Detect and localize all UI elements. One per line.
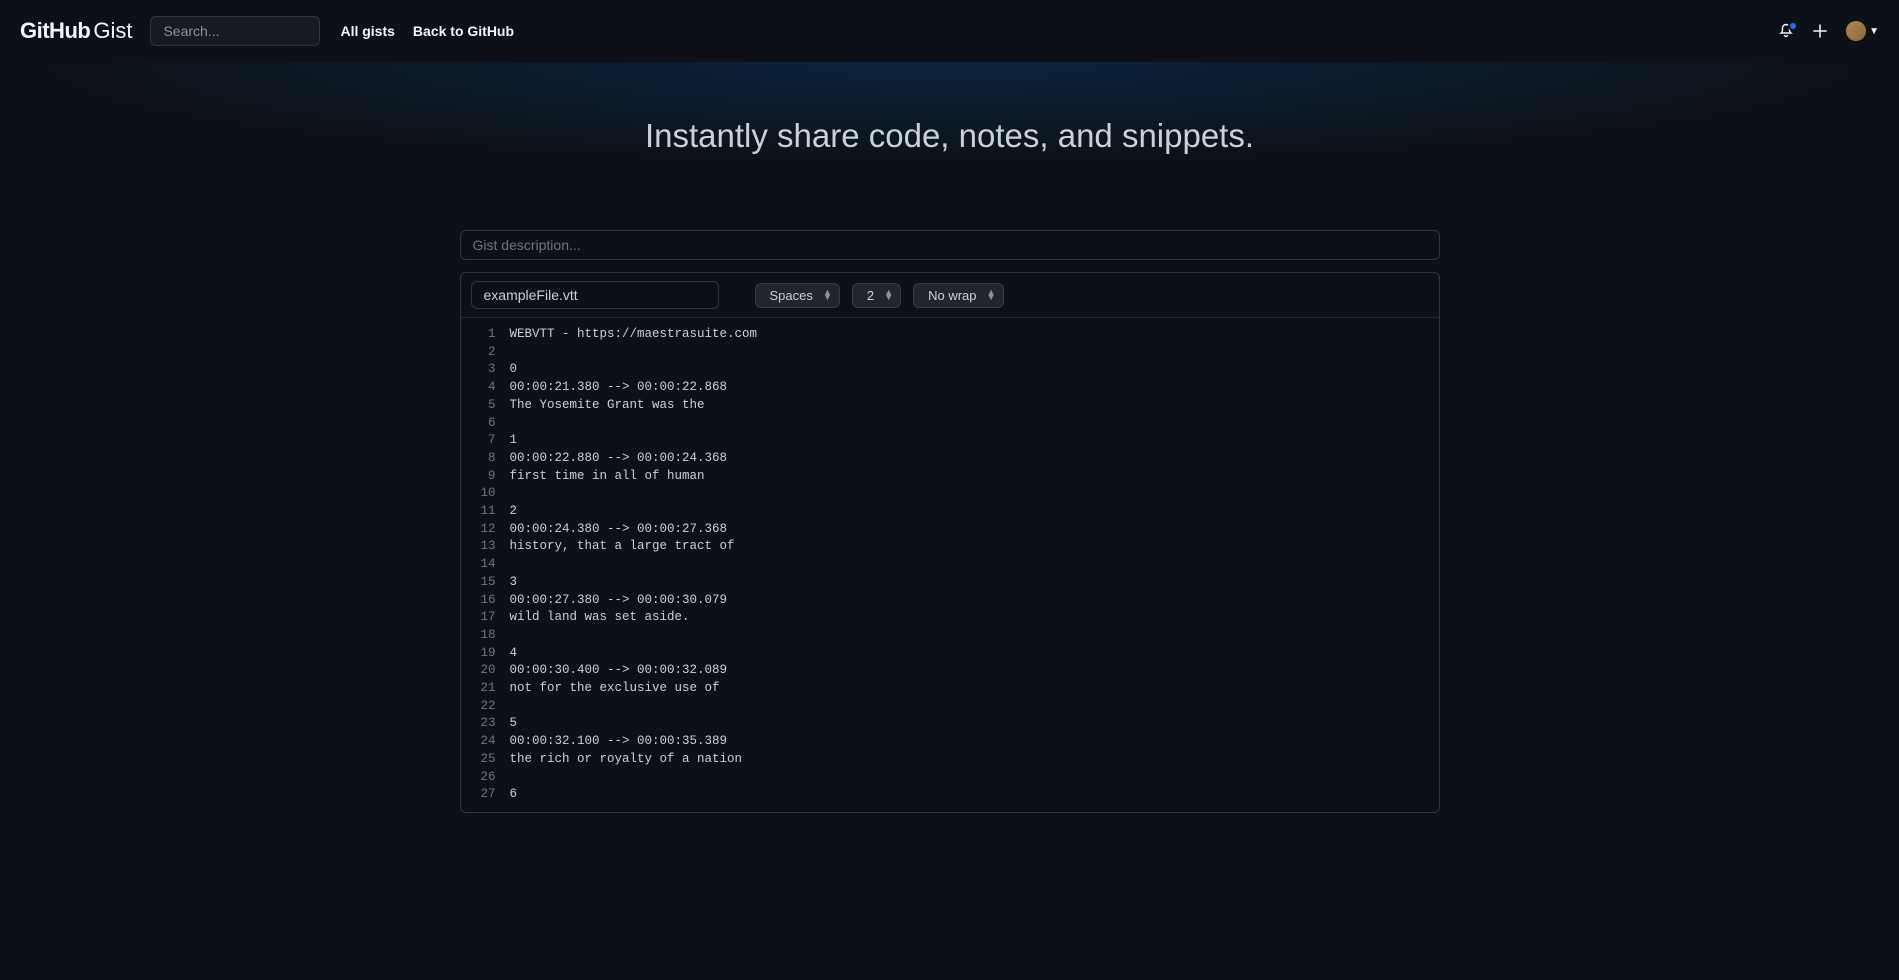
indent-mode-select[interactable]: Spaces: [755, 283, 840, 308]
code-line: [510, 556, 758, 574]
editor-box: Spaces ▲▼ 2 ▲▼ No wrap ▲▼ 12345678910111…: [460, 272, 1440, 813]
line-number: 23: [481, 715, 496, 733]
search-input[interactable]: [150, 16, 320, 46]
line-number: 9: [481, 468, 496, 486]
line-number: 18: [481, 627, 496, 645]
hero-tagline: Instantly share code, notes, and snippet…: [0, 117, 1899, 155]
line-number: 19: [481, 645, 496, 663]
nav-back-to-github[interactable]: Back to GitHub: [413, 23, 514, 39]
filename-input[interactable]: [471, 281, 719, 309]
line-number: 7: [481, 432, 496, 450]
line-number: 24: [481, 733, 496, 751]
logo-github-text: GitHub: [20, 18, 90, 44]
gist-description-input[interactable]: [460, 230, 1440, 260]
code-content: WEBVTT - https://maestrasuite.com 000:00…: [510, 326, 758, 804]
caret-down-icon: ▼: [1869, 26, 1879, 37]
line-number: 11: [481, 503, 496, 521]
code-line: WEBVTT - https://maestrasuite.com: [510, 326, 758, 344]
user-menu[interactable]: ▼: [1846, 21, 1879, 41]
header-right: ▼: [1778, 21, 1879, 41]
indent-mode-select-wrap: Spaces ▲▼: [755, 283, 840, 308]
line-number: 5: [481, 397, 496, 415]
code-line: 6: [510, 786, 758, 804]
code-line: 00:00:30.400 --> 00:00:32.089: [510, 662, 758, 680]
line-number: 15: [481, 574, 496, 592]
line-number: 1: [481, 326, 496, 344]
line-number: 6: [481, 415, 496, 433]
code-line: 00:00:21.380 --> 00:00:22.868: [510, 379, 758, 397]
gist-form: Spaces ▲▼ 2 ▲▼ No wrap ▲▼ 12345678910111…: [460, 230, 1440, 813]
notifications-button[interactable]: [1778, 23, 1794, 39]
code-line: The Yosemite Grant was the: [510, 397, 758, 415]
code-line: [510, 344, 758, 362]
code-line: 00:00:22.880 --> 00:00:24.368: [510, 450, 758, 468]
line-number: 17: [481, 609, 496, 627]
code-line: [510, 627, 758, 645]
code-line: [510, 698, 758, 716]
code-line: [510, 415, 758, 433]
new-gist-button[interactable]: [1812, 23, 1828, 39]
code-line: 2: [510, 503, 758, 521]
code-line: 00:00:24.380 --> 00:00:27.368: [510, 521, 758, 539]
line-number: 22: [481, 698, 496, 716]
line-number: 21: [481, 680, 496, 698]
line-number: 3: [481, 361, 496, 379]
logo-gist-text: Gist: [93, 18, 132, 44]
wrap-mode-select[interactable]: No wrap: [913, 283, 1003, 308]
logo[interactable]: GitHub Gist: [20, 18, 132, 44]
code-line: 00:00:27.380 --> 00:00:30.079: [510, 592, 758, 610]
line-number: 27: [481, 786, 496, 804]
code-line: 00:00:32.100 --> 00:00:35.389: [510, 733, 758, 751]
line-number: 13: [481, 538, 496, 556]
code-line: 1: [510, 432, 758, 450]
code-line: 5: [510, 715, 758, 733]
hero-section: Instantly share code, notes, and snippet…: [0, 62, 1899, 230]
line-number: 16: [481, 592, 496, 610]
code-line: 0: [510, 361, 758, 379]
notification-dot-icon: [1788, 21, 1798, 31]
code-line: 4: [510, 645, 758, 663]
code-line: [510, 769, 758, 787]
code-line: not for the exclusive use of: [510, 680, 758, 698]
line-number: 14: [481, 556, 496, 574]
editor-toolbar: Spaces ▲▼ 2 ▲▼ No wrap ▲▼: [461, 273, 1439, 318]
avatar: [1846, 21, 1866, 41]
line-number: 4: [481, 379, 496, 397]
line-number: 12: [481, 521, 496, 539]
code-line: history, that a large tract of: [510, 538, 758, 556]
wrap-mode-select-wrap: No wrap ▲▼: [913, 283, 1003, 308]
line-number: 2: [481, 344, 496, 362]
code-line: 3: [510, 574, 758, 592]
line-number: 10: [481, 485, 496, 503]
line-number: 8: [481, 450, 496, 468]
line-number: 26: [481, 769, 496, 787]
code-line: wild land was set aside.: [510, 609, 758, 627]
code-line: first time in all of human: [510, 468, 758, 486]
line-gutter: 1234567891011121314151617181920212223242…: [461, 326, 510, 804]
page-header: GitHub Gist All gists Back to GitHub ▼: [0, 0, 1899, 62]
indent-size-select-wrap: 2 ▲▼: [852, 283, 901, 308]
line-number: 20: [481, 662, 496, 680]
plus-icon: [1812, 23, 1828, 39]
nav-all-gists[interactable]: All gists: [340, 23, 394, 39]
code-line: [510, 485, 758, 503]
code-editor[interactable]: 1234567891011121314151617181920212223242…: [461, 318, 1439, 812]
indent-size-select[interactable]: 2: [852, 283, 901, 308]
code-line: the rich or royalty of a nation: [510, 751, 758, 769]
line-number: 25: [481, 751, 496, 769]
